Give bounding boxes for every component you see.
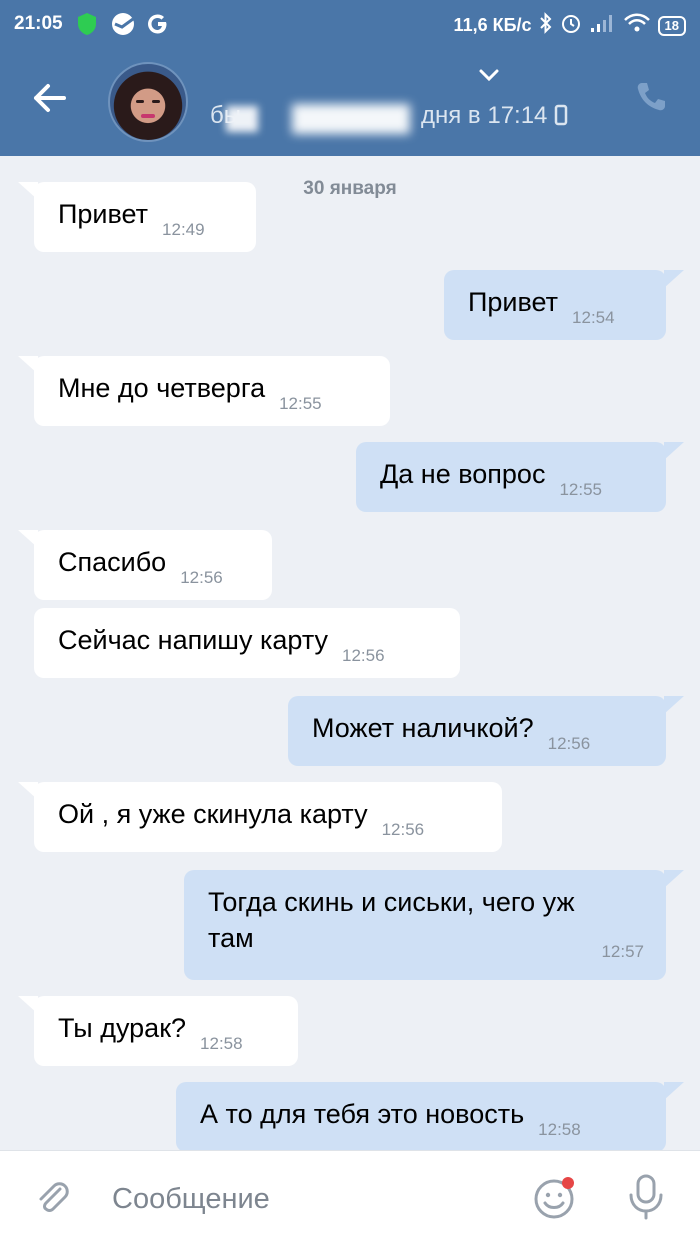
message-incoming[interactable]: Привет 12:49 [18,182,256,252]
message-text: Привет [468,287,559,317]
message-composer [0,1150,700,1244]
message-outgoing[interactable]: А то для тебя это новость 12:58 [176,1082,684,1152]
bubble-tail [664,696,684,714]
message-time: 12:58 [538,1120,581,1139]
message-time: 12:56 [180,568,223,587]
message-time: 12:49 [162,220,205,239]
status-bar: 21:05 11,6 КБ/с 18 [0,0,700,50]
bluetooth-icon [539,12,552,39]
message-incoming[interactable]: Ой , я уже скинула карту 12:56 [18,782,502,852]
message-text: Ты дурак? [58,1013,187,1043]
message-incoming[interactable]: Сейчас напишу карту 12:56 [34,608,460,678]
voice-button[interactable] [624,1173,668,1226]
message-text: Спасибо [58,547,167,577]
message-text: Может наличкой? [312,713,534,743]
message-time: 12:58 [200,1034,243,1053]
back-button[interactable] [30,78,80,128]
message-incoming[interactable]: Ты дурак? 12:58 [18,996,298,1066]
bubble-tail [18,356,38,374]
message-input[interactable] [110,1177,514,1221]
emoji-button[interactable] [532,1175,582,1226]
message-text: Тогда скинь и сиськи, чего уж там [208,887,575,953]
network-speed: 11,6 КБ/с [453,15,532,35]
status-right-cluster: 11,6 КБ/с 18 [454,12,686,39]
sberbank-icon [110,12,136,41]
bubble-tail [664,870,684,888]
blurred-name-part-2 [292,104,410,134]
message-text: Сейчас напишу карту [58,625,328,655]
message-time: 12:54 [572,308,615,327]
google-icon [146,12,170,41]
phone-icon [634,83,668,118]
message-time: 12:56 [342,646,385,665]
blurred-name-part-1 [226,106,258,132]
chevron-down-icon[interactable] [478,68,500,87]
message-time: 12:56 [381,820,425,839]
message-time: 12:57 [601,942,644,961]
avatar-eye-left [136,100,144,103]
avatar-eye-right [152,100,160,103]
attach-button[interactable] [34,1179,72,1222]
message-outgoing[interactable]: Привет 12:54 [444,270,684,340]
smiley-icon [532,1177,582,1225]
call-button[interactable] [634,80,668,119]
message-outgoing[interactable]: Может наличкой? 12:56 [288,696,684,766]
last-seen-text: дня в 17:14 [421,102,548,129]
message-outgoing[interactable]: Тогда скинь и сиськи, чего уж там 12:57 [184,870,684,980]
message-time: 12:55 [559,480,602,499]
message-text: Да не вопрос [380,459,546,489]
message-time: 12:55 [279,394,322,413]
message-text: Мне до четверга [58,373,266,403]
shield-icon [76,12,98,41]
message-incoming[interactable]: Спасибо 12:56 [18,530,272,600]
avatar-mouth [141,114,155,118]
device-icon [554,102,568,129]
message-outgoing[interactable]: Да не вопрос 12:55 [356,442,684,512]
bubble-tail [664,270,684,288]
bubble-tail [18,996,38,1014]
wifi-icon [623,13,650,38]
bubble-tail [664,442,684,460]
bubble-tail [18,782,38,800]
bubble-tail [18,182,38,200]
microphone-icon [624,1174,668,1225]
bubble-tail [664,1082,684,1100]
signal-icon [590,13,616,38]
chat-header: быдня в 17:14 [0,50,700,156]
avatar[interactable] [108,62,188,142]
message-incoming[interactable]: Мне до четверга 12:55 [18,356,390,426]
message-text: Привет [58,199,149,229]
message-time: 12:56 [547,734,591,753]
message-text: Ой , я уже скинула карту [58,799,368,829]
alarm-icon [560,12,582,39]
battery-icon: 18 [657,15,686,36]
message-text: А то для тебя это новость [200,1099,525,1129]
back-arrow-icon [30,84,70,122]
status-time: 21:05 [14,13,63,34]
paperclip-icon [34,1182,72,1221]
bubble-tail [18,530,38,548]
